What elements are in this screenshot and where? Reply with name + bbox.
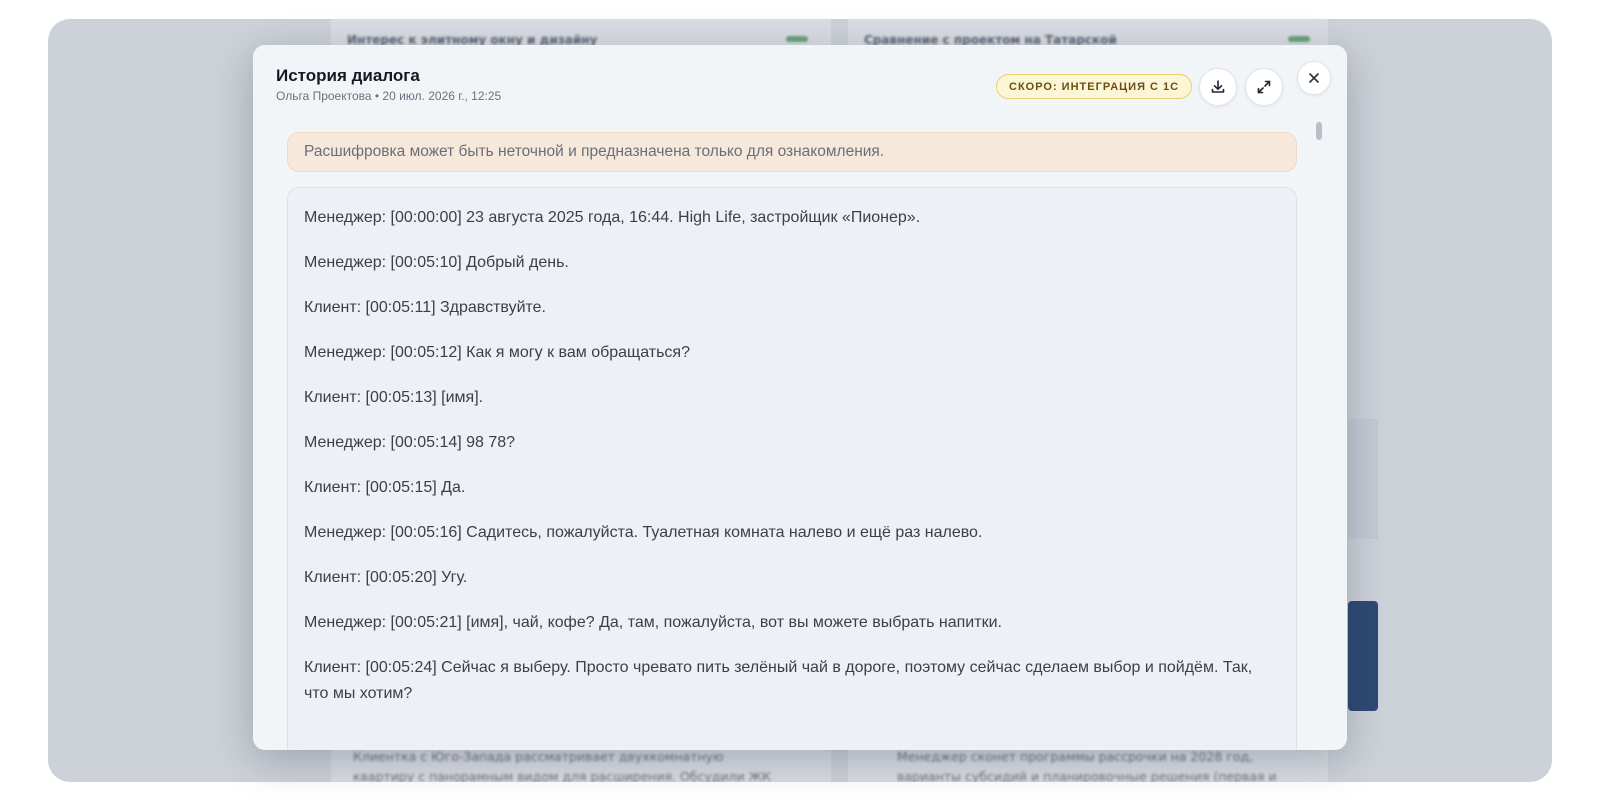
accuracy-notice: Расшифровка может быть неточной и предна… (287, 132, 1297, 172)
transcript-line: Менеджер: [00:05:14] 98 78? (304, 434, 516, 451)
background-panel (1348, 419, 1378, 539)
transcript-line: Менеджер: [00:05:10] Добрый день. (304, 254, 569, 271)
transcript-line: Менеджер: [00:00:00] 23 августа 2025 год… (304, 209, 921, 226)
expand-button[interactable] (1245, 68, 1283, 106)
expand-icon (1257, 80, 1271, 94)
close-button[interactable] (1297, 61, 1331, 95)
modal-subtitle: Ольга Проектова • 20 июл. 2026 г., 12:25 (276, 89, 502, 103)
modal-title: История диалога (276, 66, 420, 85)
dialog-history-modal: История диалога Ольга Проектова • 20 июл… (253, 45, 1347, 750)
scrollbar-thumb[interactable] (1316, 122, 1322, 140)
transcript-line: Клиент: [00:05:15] Да. (304, 479, 466, 496)
background-blue-card (1348, 601, 1378, 711)
background-card-summary: Клиентка с Юго-Запада рассматривает двух… (353, 749, 771, 782)
transcript-line: Менеджер: [00:05:21] [имя], чай, кофе? Д… (304, 614, 1002, 631)
integration-badge: СКОРО: ИНТЕГРАЦИЯ С 1С (996, 74, 1193, 99)
transcript-line: Клиент: [00:05:20] Угу. (304, 569, 468, 586)
background-status-dots (786, 36, 808, 42)
background-card-summary: Менеджер сконет программы рассрочки на 2… (897, 749, 1277, 782)
transcript-line: Клиент: [00:05:24] Сейчас я выберу. Прос… (304, 659, 1253, 702)
transcript-panel[interactable]: Менеджер: [00:00:00] 23 августа 2025 год… (287, 187, 1297, 750)
download-icon (1211, 80, 1225, 93)
transcript-line: Менеджер: [00:05:16] Садитесь, пожалуйст… (304, 524, 983, 541)
background-status-dots (1288, 36, 1310, 42)
download-button[interactable] (1199, 68, 1237, 106)
close-icon (1309, 73, 1319, 83)
transcript-line: Клиент: [00:05:13] [имя]. (304, 389, 484, 406)
transcript-line: Клиент: [00:05:11] Здравствуйте. (304, 299, 546, 316)
transcript-line: Менеджер: [00:05:12] Как я могу к вам об… (304, 344, 690, 361)
